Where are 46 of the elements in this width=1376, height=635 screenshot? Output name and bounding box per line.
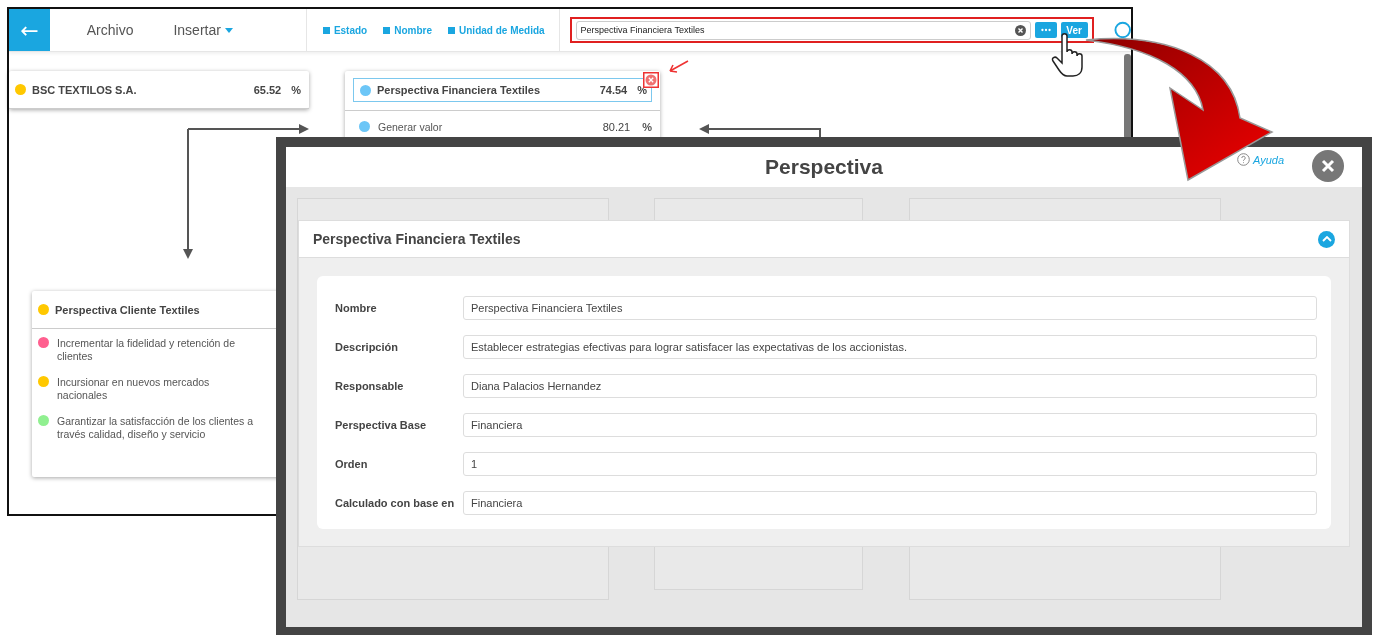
field-label: Nombre	[335, 302, 378, 314]
card-value: 74.54	[599, 84, 628, 96]
pointer-arrow	[669, 60, 689, 73]
search-field[interactable]: Perspectiva Financiera Textiles	[575, 20, 1031, 40]
hand-cursor-icon	[1051, 33, 1083, 77]
more-icon	[1040, 28, 1051, 32]
card-value: 65.52	[253, 83, 282, 96]
field-label: Descripción	[335, 341, 399, 353]
item-label[interactable]: Incursionar en nuevos mercados nacionales	[57, 376, 257, 402]
dialog-title: Perspectiva	[765, 155, 883, 179]
delete-icon[interactable]	[643, 72, 659, 88]
field-label: Responsable	[335, 380, 405, 392]
input-field[interactable]: Financiera	[463, 491, 1317, 515]
collapse-button[interactable]	[1318, 230, 1335, 248]
field-label: Perspectiva Base	[335, 419, 428, 431]
checkbox[interactable]	[383, 26, 391, 34]
card-title: BSC TEXTILOS S.A.	[32, 83, 138, 96]
item-value: 80.21	[602, 121, 631, 133]
field-label: Calculado con base en	[335, 497, 456, 509]
input-field[interactable]: Establecer estrategias efectivas para lograr satisfacer las expectativas de los accionistas.	[463, 335, 1317, 359]
card-title: Perspectiva Cliente Textiles	[55, 303, 201, 316]
checkbox[interactable]	[322, 26, 330, 34]
input-field[interactable]: Financiera	[463, 413, 1317, 437]
close-icon	[1321, 159, 1335, 173]
item-label[interactable]: Garantizar la satisfacción de los clientes a través calidad, diseño y servicio	[57, 415, 257, 441]
card-title: Perspectiva Financiera Textiles	[377, 84, 542, 96]
input-field[interactable]: Perspectiva Financiera Textiles	[463, 296, 1317, 320]
close-button[interactable]	[1312, 150, 1344, 182]
field-label: Orden	[335, 458, 369, 470]
menu-item[interactable]: Archivo	[86, 22, 134, 38]
section-title: Perspectiva Financiera Textiles	[313, 231, 521, 247]
clear-icon[interactable]	[1014, 24, 1026, 36]
item-label[interactable]: Generar valor	[378, 121, 595, 134]
unit-label: %	[291, 83, 301, 96]
chevron-icon	[1321, 236, 1332, 242]
more-button[interactable]	[1034, 22, 1057, 38]
item-label[interactable]: Incrementar la fidelidad y retención de clientes	[57, 337, 257, 363]
help-icon	[1236, 153, 1250, 166]
help-icon[interactable]	[1113, 21, 1131, 39]
node-card[interactable]: BSC TEXTILOS S.A. 65.52 %	[9, 71, 309, 109]
menu-item[interactable]: Insertar	[173, 22, 233, 38]
unit-label: %	[642, 121, 652, 133]
checkbox[interactable]	[448, 26, 456, 34]
input-field[interactable]: 1	[463, 452, 1317, 476]
scrollbar[interactable]	[1124, 54, 1131, 139]
input-field[interactable]: Diana Palacios Hernandez	[463, 374, 1317, 398]
